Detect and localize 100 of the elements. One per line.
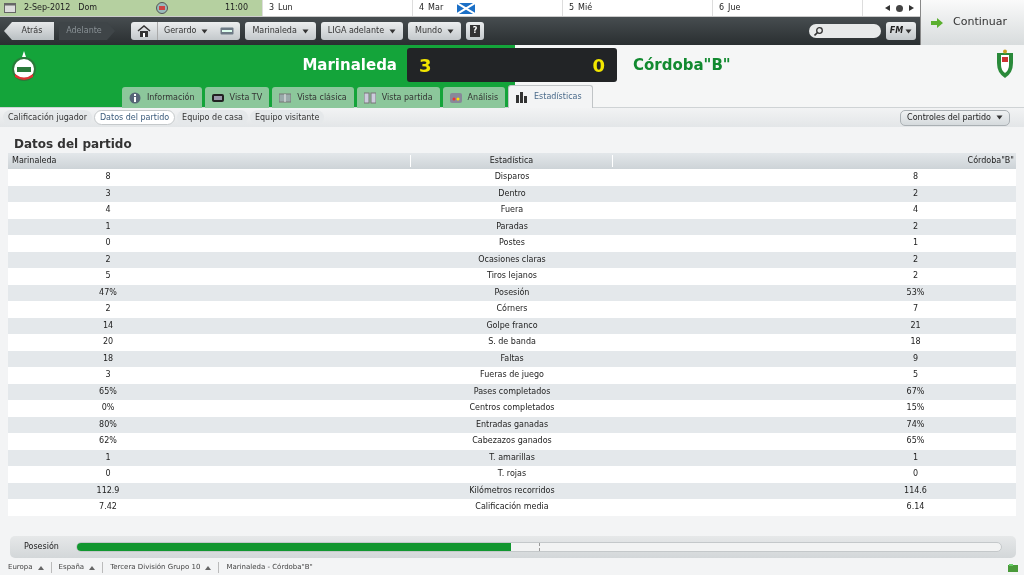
- table-cell-text: 2: [911, 220, 920, 233]
- table-cell-text: Postes: [498, 237, 526, 250]
- table-cell-text: 65%: [905, 435, 926, 448]
- day-name: Lun: [278, 2, 293, 14]
- menu-button[interactable]: LIGA adelante: [320, 22, 404, 40]
- table-cell-text: 15%: [905, 402, 926, 415]
- table-cell-text: 65%: [98, 385, 118, 398]
- day-number: 3: [269, 2, 275, 14]
- day-number: 6: [719, 2, 725, 14]
- table-cell-text: Centros completados: [468, 402, 556, 415]
- date-text: 2-Sep-2012: [24, 2, 71, 14]
- tab[interactable]: Vista partida: [356, 87, 440, 108]
- table-cell-text: 4: [911, 204, 920, 217]
- table-cell-text: Cabezazos ganados: [471, 435, 553, 448]
- subtab[interactable]: Equipo de casa: [177, 110, 248, 125]
- table-cell-text: Kilómetros recorridos: [468, 484, 556, 497]
- previous-icon: [885, 5, 890, 11]
- subtab[interactable]: Datos del partido: [93, 110, 176, 125]
- caret-up-icon: [37, 565, 44, 570]
- table-cell-text: 9: [911, 352, 920, 365]
- table-cell-text: 7: [911, 303, 920, 316]
- subtab[interactable]: Calificación jugador: [3, 110, 92, 125]
- table-cell-text: 4: [104, 204, 112, 217]
- table-cell-text: Posesión: [493, 286, 531, 299]
- table-cell-text: 0: [104, 237, 112, 250]
- home-score: 3: [419, 53, 432, 78]
- day-number: 5: [569, 2, 575, 14]
- table-cell-text: Calificación media: [474, 501, 550, 514]
- search-field[interactable]: [809, 24, 881, 38]
- menu-button[interactable]: Mundo: [408, 22, 462, 40]
- back-button[interactable]: Atrás: [4, 22, 54, 40]
- menu-button[interactable]: Marinaleda: [245, 22, 316, 40]
- table-cell-text: 112.9: [95, 484, 121, 497]
- help-button[interactable]: ?: [466, 22, 485, 40]
- table-cell-text: S. de banda: [487, 336, 537, 349]
- table-cell-text: 18: [909, 336, 922, 349]
- column-header: Estadística: [411, 155, 613, 167]
- tab[interactable]: Información: [122, 87, 202, 108]
- caret-icon: [447, 28, 455, 34]
- table-cell-text: Paradas: [495, 220, 529, 233]
- table-cell-text: 5: [911, 369, 920, 382]
- day-name: Mié: [578, 2, 593, 14]
- home-team-name: Marinaleda: [301, 54, 397, 76]
- table-cell-text: Ocasiones claras: [477, 253, 547, 266]
- tab[interactable]: Estadísticas: [508, 85, 593, 108]
- table-cell-text: 3: [104, 187, 112, 200]
- fm-menu-button[interactable]: FM: [886, 22, 916, 40]
- caret-icon: [996, 115, 1003, 120]
- table-cell-text: 62%: [98, 435, 118, 448]
- table-cell-text: 47%: [98, 286, 118, 299]
- table-cell-text: 5: [104, 270, 112, 283]
- table-cell-text: T. amarillas: [488, 451, 536, 464]
- continue-button[interactable]: Continuar: [920, 0, 1024, 45]
- tab[interactable]: Vista TV: [204, 87, 270, 108]
- table-cell-text: 14: [101, 319, 115, 332]
- subtab[interactable]: Equipo visitante: [249, 110, 325, 125]
- home-icon: [137, 25, 151, 37]
- tab[interactable]: Análisis: [442, 87, 506, 108]
- table-cell-text: 1: [104, 220, 112, 233]
- tab[interactable]: Vista clásica: [272, 87, 354, 108]
- table-cell-text: 74%: [905, 418, 926, 431]
- possession-label: Posesión: [24, 541, 60, 553]
- table-cell-text: 8: [104, 171, 112, 184]
- table-cell-text: Dentro: [497, 187, 527, 200]
- calendar-day[interactable]: 5 Mié: [562, 0, 712, 16]
- table-cell-text: 21: [909, 319, 922, 332]
- tv-icon: [211, 91, 224, 104]
- club-crest-icon: [996, 49, 1014, 79]
- table-cell-text: 20: [101, 336, 115, 349]
- calendar-day[interactable]: 4 Mar: [412, 0, 562, 16]
- table-cell-text: Fuera: [499, 204, 525, 217]
- manager-menu[interactable]: Gerardo: [131, 22, 241, 40]
- next-icon: [909, 5, 914, 11]
- caret-up-icon: [89, 565, 96, 570]
- table-cell-text: Golpe franco: [485, 319, 539, 332]
- day-name: Mar: [428, 2, 444, 14]
- arrow-right-icon: [931, 17, 943, 28]
- table-cell-text: 1: [911, 451, 920, 464]
- table-cell-text: 2: [104, 303, 112, 316]
- table-cell-text: Faltas: [499, 352, 525, 365]
- caret-up-icon: [205, 565, 212, 570]
- table-cell-text: Disparos: [493, 171, 531, 184]
- pitch-icon: [279, 91, 292, 104]
- caret-icon: [301, 28, 309, 34]
- table-cell-text: 80%: [98, 418, 118, 431]
- table-cell-text: 53%: [905, 286, 926, 299]
- match-controls-button[interactable]: Controles del partido: [900, 109, 1010, 126]
- calendar-day[interactable]: 3 Lun: [262, 0, 412, 16]
- split-view-icon: [363, 91, 376, 104]
- info-icon: [129, 91, 141, 104]
- table-cell-text: 0: [911, 468, 920, 481]
- calendar-icon: [4, 3, 16, 13]
- club-crest-icon: [11, 50, 37, 82]
- time-text: 11:00: [224, 2, 248, 14]
- table-cell-text: 8: [911, 171, 920, 184]
- calendar-day[interactable]: 6 Jue: [712, 0, 862, 16]
- caret-icon: [905, 28, 913, 34]
- table-cell-text: Córners: [495, 303, 529, 316]
- table-cell-text: Entradas ganadas: [474, 418, 550, 431]
- club-crest-icon: [156, 2, 169, 14]
